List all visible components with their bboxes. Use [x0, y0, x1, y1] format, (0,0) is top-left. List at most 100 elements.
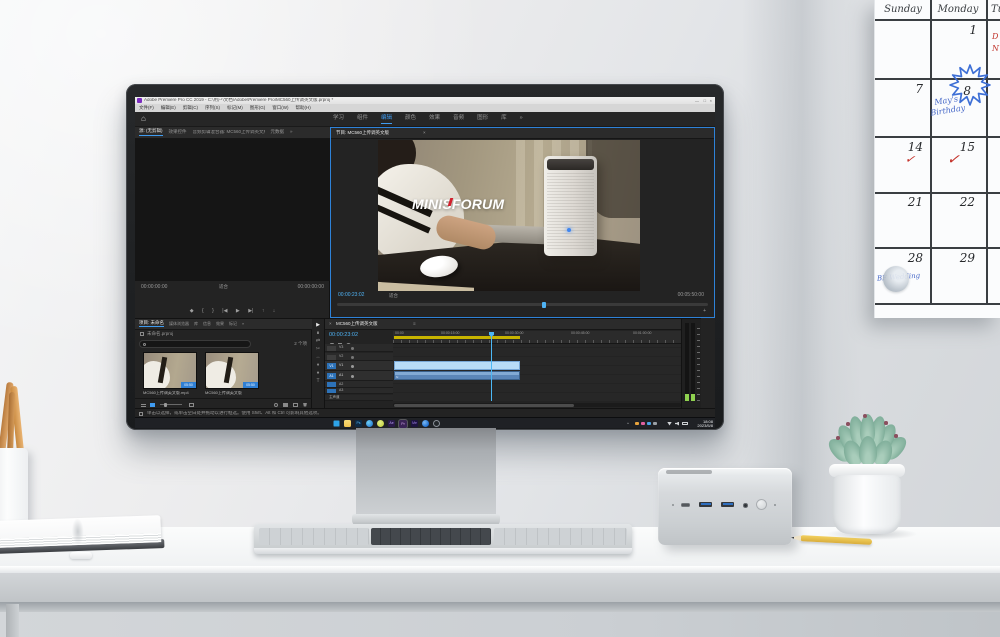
menu-file[interactable]: 文件(F)	[139, 106, 154, 111]
track-patch-chip[interactable]	[327, 346, 336, 351]
program-playhead-marker[interactable]	[542, 302, 546, 308]
new-bin-icon[interactable]	[283, 403, 288, 407]
track-name[interactable]: A2	[339, 383, 343, 387]
tab-metadata[interactable]: 元数据	[271, 130, 285, 135]
automate-sequence-icon[interactable]	[189, 403, 194, 407]
menu-marker[interactable]: 标记(M)	[227, 106, 243, 111]
pen-tool[interactable]: ♦	[312, 363, 324, 368]
play-icon[interactable]: ▶	[236, 309, 240, 314]
timeline-current-timecode[interactable]: 00:00:23:02	[329, 333, 358, 339]
tab-effects[interactable]: 效果	[216, 322, 224, 326]
workspace-tab-audio[interactable]: 音频	[453, 116, 464, 124]
add-marker-icon[interactable]: ◆	[190, 309, 194, 314]
taskbar-wps-icon[interactable]	[377, 420, 384, 427]
project-item-thumbnail[interactable]: 05:50	[205, 352, 259, 389]
timeline-playhead[interactable]	[491, 332, 492, 401]
razor-tool[interactable]: ✂	[312, 347, 324, 352]
tab-libraries[interactable]: 库	[194, 322, 198, 326]
menu-edit[interactable]: 编辑(E)	[161, 106, 176, 111]
track-patch-chip[interactable]: V1	[327, 363, 336, 369]
hand-tool[interactable]: ●	[312, 371, 324, 376]
tab-markers[interactable]: 标记	[229, 322, 237, 326]
tab-audio-clip-mixer[interactable]: 音频剪辑混合器: MC560上传调英文版	[193, 130, 265, 135]
program-fit-dropdown[interactable]: 适合	[389, 294, 398, 299]
zoom-slider[interactable]	[160, 404, 182, 405]
mark-out-icon[interactable]: }	[212, 309, 214, 314]
track-patch-chip[interactable]	[327, 382, 336, 387]
taskbar-browser-icon[interactable]	[422, 420, 429, 427]
ripple-edit-tool[interactable]: ⇄	[312, 339, 324, 344]
slip-tool[interactable]: ↔	[312, 355, 324, 360]
tray-app-icon[interactable]	[653, 422, 657, 426]
track-name[interactable]: A1	[339, 374, 343, 378]
taskbar-premiere-icon[interactable]: Pr	[399, 420, 407, 428]
project-item-thumbnail[interactable]: 05:50	[143, 352, 197, 389]
type-tool[interactable]: T	[312, 379, 324, 384]
workspace-tab-assembly[interactable]: 组件	[357, 116, 368, 124]
taskbar-file-explorer-icon[interactable]	[344, 420, 351, 427]
source-timecode-out[interactable]: 00:00:00:00	[298, 285, 324, 290]
tab-overflow-icon[interactable]: »	[290, 130, 293, 135]
tab-info[interactable]: 信息	[203, 322, 211, 326]
track-name[interactable]: V2	[339, 355, 343, 359]
tab-program-monitor[interactable]: 节目: MC560上传调英文版	[336, 131, 389, 136]
program-tab-close-icon[interactable]: ×	[423, 131, 426, 136]
menu-help[interactable]: 帮助(H)	[296, 106, 311, 111]
menu-window[interactable]: 窗口(W)	[272, 106, 288, 111]
new-item-icon[interactable]	[293, 403, 298, 407]
work-area-bar[interactable]	[394, 336, 520, 339]
wifi-icon[interactable]	[667, 422, 672, 426]
track-name[interactable]: V3	[339, 346, 343, 350]
track-toggle-icon[interactable]	[351, 356, 354, 359]
close-button[interactable]: ×	[710, 99, 712, 103]
track-toggle-icon[interactable]	[351, 375, 354, 378]
step-forward-icon[interactable]: ▶|	[248, 309, 253, 314]
menu-sequence[interactable]: 序列(S)	[205, 106, 220, 111]
menu-clip[interactable]: 剪辑(C)	[183, 106, 198, 111]
timeline-panel-menu-icon[interactable]: ≡	[413, 322, 416, 327]
workspace-tab-libraries[interactable]: 库	[501, 116, 507, 124]
timeline-tab-close-icon[interactable]: ×	[329, 322, 332, 327]
battery-icon[interactable]	[682, 422, 688, 425]
menu-graphics[interactable]: 图形(G)	[250, 106, 266, 111]
tab-media-browser[interactable]: 媒体浏览器	[169, 322, 189, 326]
track-name[interactable]: A3	[339, 389, 343, 393]
timeline-h-scrollbar[interactable]	[393, 403, 681, 407]
tray-clock[interactable]: 18:08 2023/5/8	[691, 420, 713, 429]
insert-icon[interactable]: ↑	[262, 309, 265, 314]
taskbar-edge-icon[interactable]	[366, 420, 373, 427]
taskbar-start-button[interactable]	[333, 420, 340, 427]
program-current-timecode[interactable]: 00:00:23:02	[338, 293, 364, 298]
selection-tool[interactable]: ▶	[312, 323, 324, 328]
minimize-button[interactable]: —	[695, 99, 699, 103]
track-patch-chip[interactable]	[327, 389, 336, 393]
step-back-icon[interactable]: |◀	[222, 309, 227, 314]
mark-in-icon[interactable]: {	[202, 309, 204, 314]
trash-icon[interactable]	[303, 403, 307, 407]
overwrite-icon[interactable]: ↓	[273, 309, 276, 314]
tray-app-icon[interactable]	[647, 422, 651, 426]
scrollbar-thumb[interactable]	[394, 404, 574, 407]
source-timecode-in[interactable]: 00:00:00:00	[141, 285, 167, 290]
home-icon[interactable]: ⌂	[141, 115, 146, 123]
volume-icon[interactable]	[675, 422, 679, 426]
taskbar-photoshop-icon[interactable]: Ps	[355, 420, 362, 427]
track-patch-chip[interactable]: A1	[327, 373, 336, 379]
search-input[interactable]	[139, 340, 251, 348]
program-scrub-bar[interactable]	[337, 303, 708, 306]
workspace-tab-learning[interactable]: 学习	[333, 116, 344, 124]
zoom-slider-handle[interactable]	[164, 403, 167, 407]
track-toggle-icon[interactable]	[351, 365, 354, 368]
track-toggle-icon[interactable]	[351, 347, 354, 350]
tray-chevron-icon[interactable]: ^	[627, 422, 629, 426]
workspace-tab-effects[interactable]: 效果	[429, 116, 440, 124]
workspace-tab-color[interactable]: 颜色	[405, 116, 416, 124]
icon-view-icon[interactable]	[150, 403, 155, 407]
tab-project[interactable]: 项目: 未命名	[139, 321, 164, 328]
find-icon[interactable]	[274, 403, 278, 407]
taskbar-after-effects-icon[interactable]: Ae	[388, 420, 395, 427]
master-track-label[interactable]: 主声道	[329, 396, 340, 400]
source-fit-dropdown[interactable]: 适合	[219, 285, 228, 290]
workspace-tab-graphics[interactable]: 图形	[477, 116, 488, 124]
tab-timeline-sequence[interactable]: MC560上传调英文版	[336, 322, 378, 327]
